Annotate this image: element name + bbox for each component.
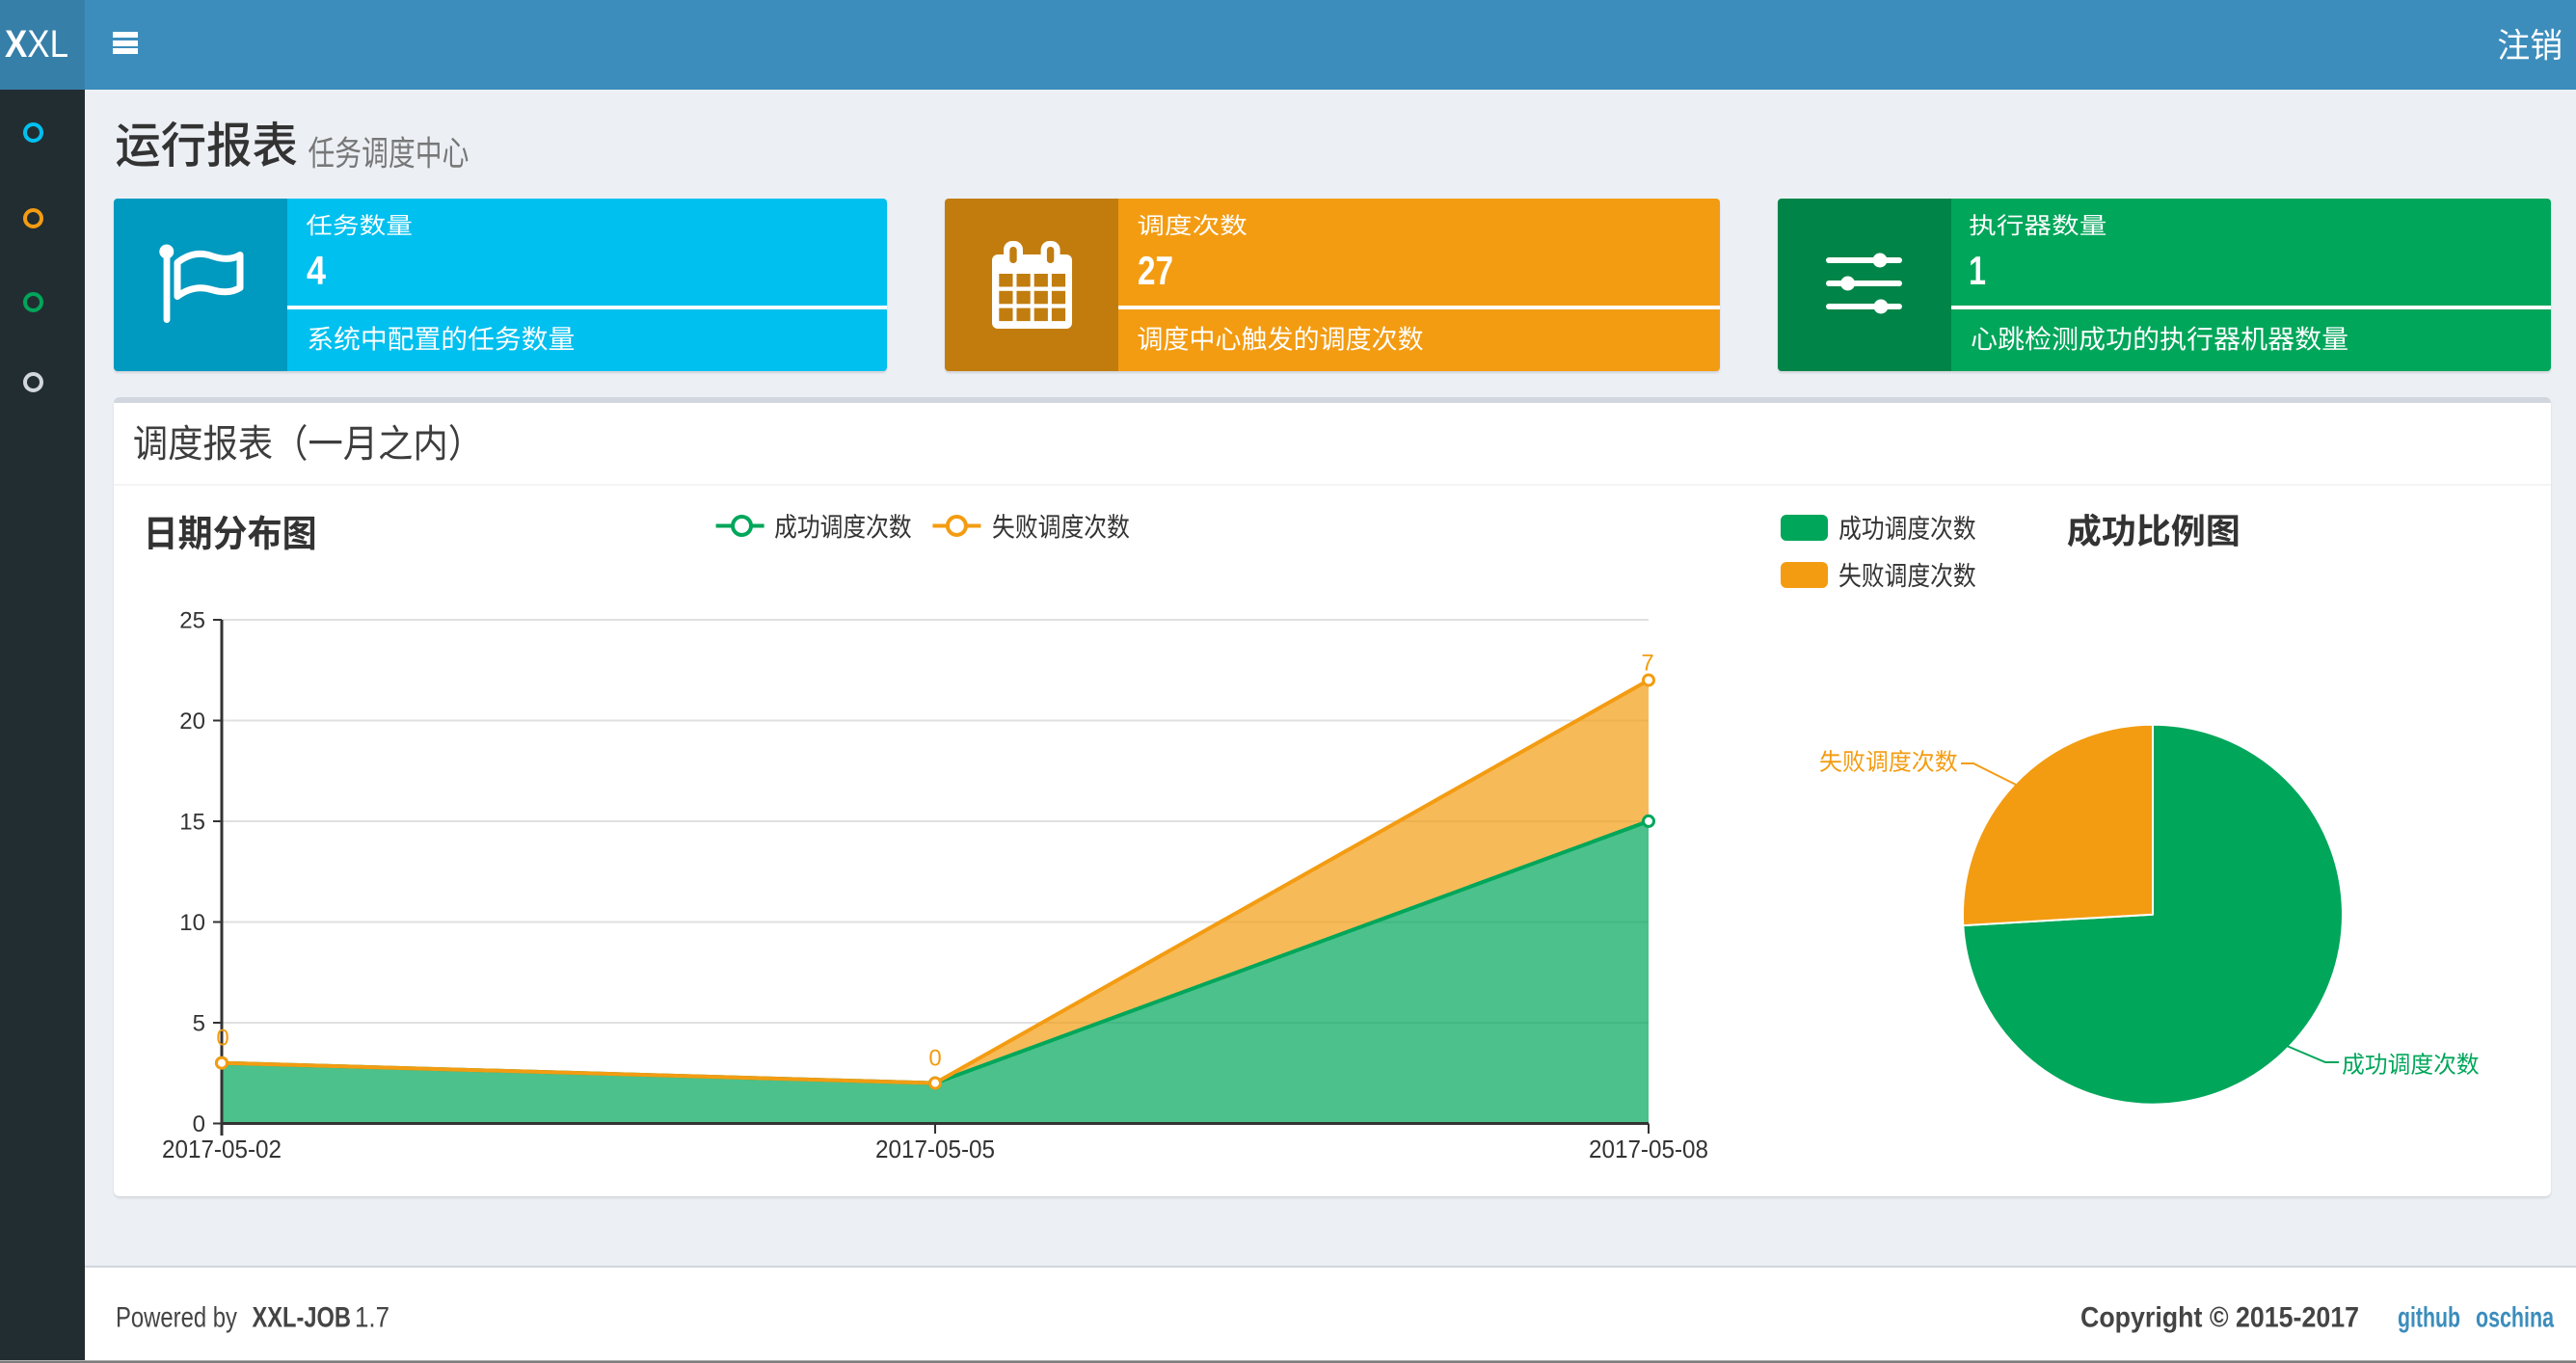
svg-text:27: 27 bbox=[1138, 248, 1173, 293]
svg-text:10: 10 bbox=[179, 910, 205, 936]
svg-text:0: 0 bbox=[216, 1026, 228, 1052]
svg-text:oschina: oschina bbox=[2476, 1302, 2554, 1334]
svg-text:2017-05-08: 2017-05-08 bbox=[1589, 1135, 1708, 1163]
svg-text:2017-05-05: 2017-05-05 bbox=[875, 1135, 995, 1163]
svg-text:7: 7 bbox=[1641, 651, 1653, 677]
svg-text:Powered by: Powered by bbox=[116, 1302, 237, 1334]
svg-text:25: 25 bbox=[179, 608, 205, 634]
svg-text:github: github bbox=[2398, 1302, 2460, 1334]
svg-text:1.7: 1.7 bbox=[355, 1302, 389, 1334]
svg-text:5: 5 bbox=[193, 1011, 205, 1037]
svg-text:XXL-JOB: XXL-JOB bbox=[253, 1302, 352, 1334]
svg-text:XXL: XXL bbox=[5, 23, 68, 66]
svg-text:0: 0 bbox=[928, 1046, 941, 1072]
svg-text:4: 4 bbox=[307, 248, 327, 293]
svg-text:Copyright © 2015-2017: Copyright © 2015-2017 bbox=[2080, 1302, 2359, 1334]
svg-text:1: 1 bbox=[1969, 248, 1986, 293]
svg-text:2017-05-02: 2017-05-02 bbox=[162, 1135, 282, 1163]
svg-text:15: 15 bbox=[179, 810, 205, 836]
svg-text:20: 20 bbox=[179, 708, 205, 735]
